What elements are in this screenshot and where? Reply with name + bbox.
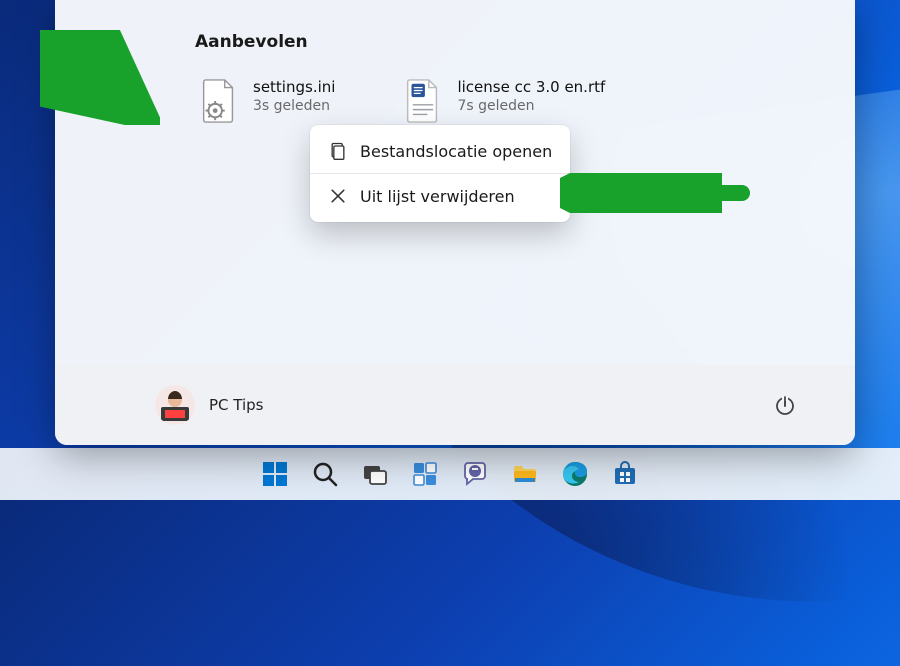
- taskbar: [0, 448, 900, 500]
- power-icon: [773, 393, 797, 417]
- task-view-icon: [361, 460, 389, 488]
- recommended-item-license[interactable]: license cc 3.0 en.rtf 7s geleden: [399, 74, 609, 128]
- recommended-item-time: 7s geleden: [457, 98, 605, 114]
- context-menu: Bestandslocatie openen Uit lijst verwijd…: [310, 125, 570, 222]
- ini-file-icon: [199, 78, 239, 124]
- taskbar-edge-button[interactable]: [553, 452, 597, 496]
- start-menu-panel: Aanbevolen settings.ini: [55, 0, 855, 445]
- widgets-icon: [411, 460, 439, 488]
- taskbar-chat-button[interactable]: [453, 452, 497, 496]
- user-name: PC Tips: [209, 396, 264, 414]
- context-open-location[interactable]: Bestandslocatie openen: [310, 131, 570, 171]
- taskbar-store-button[interactable]: [603, 452, 647, 496]
- start-menu-footer: PC Tips: [55, 365, 855, 445]
- recommended-item-settings[interactable]: settings.ini 3s geleden: [195, 74, 339, 128]
- recommended-item-time: 3s geleden: [253, 98, 335, 114]
- taskbar-search-button[interactable]: [303, 452, 347, 496]
- context-remove-from-list[interactable]: Uit lijst verwijderen: [310, 176, 570, 216]
- recommended-item-name: settings.ini: [253, 78, 335, 96]
- rtf-file-icon: [403, 78, 443, 124]
- context-remove-from-list-label: Uit lijst verwijderen: [360, 187, 515, 206]
- power-button[interactable]: [765, 385, 805, 425]
- search-icon: [311, 460, 339, 488]
- close-icon: [328, 186, 348, 206]
- context-menu-divider: [310, 173, 570, 174]
- taskbar-widgets-button[interactable]: [403, 452, 447, 496]
- context-open-location-label: Bestandslocatie openen: [360, 142, 552, 161]
- file-explorer-icon: [511, 460, 539, 488]
- recommended-grid: settings.ini 3s geleden: [95, 74, 815, 128]
- user-avatar[interactable]: [155, 385, 195, 425]
- edge-icon: [561, 460, 589, 488]
- chat-icon: [461, 460, 489, 488]
- recommended-heading: Aanbevolen: [195, 32, 815, 52]
- microsoft-store-icon: [611, 460, 639, 488]
- open-folder-icon: [328, 141, 348, 161]
- recommended-item-name: license cc 3.0 en.rtf: [457, 78, 605, 96]
- taskbar-task-view-button[interactable]: [353, 452, 397, 496]
- windows-start-icon: [261, 460, 289, 488]
- taskbar-start-button[interactable]: [253, 452, 297, 496]
- taskbar-file-explorer-button[interactable]: [503, 452, 547, 496]
